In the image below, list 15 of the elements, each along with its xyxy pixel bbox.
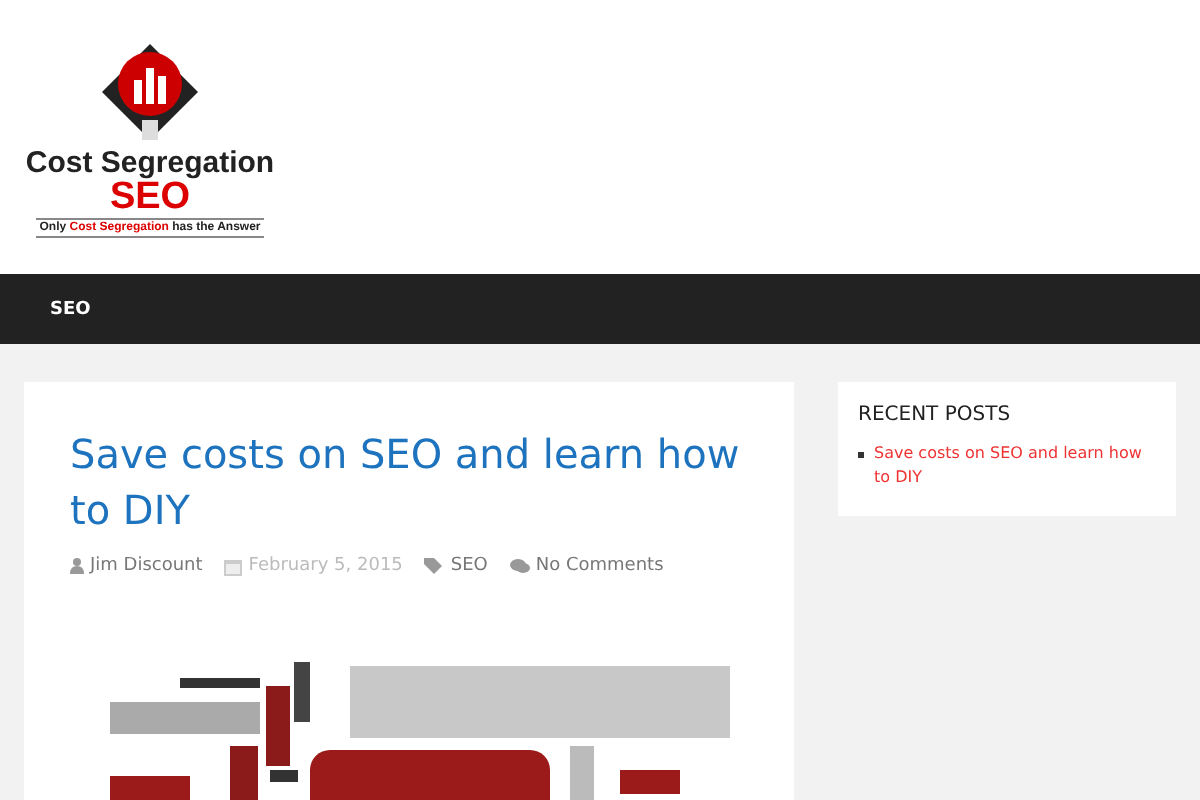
person-icon (70, 558, 84, 574)
bullet-icon (858, 452, 864, 458)
comments-link[interactable]: No Comments (535, 556, 664, 576)
category-link[interactable]: SEO (450, 556, 488, 576)
post-date: February 5, 2015 (248, 556, 403, 576)
logo-title: Cost Segregation (25, 148, 275, 180)
author-link[interactable]: Jim Discount (90, 556, 203, 576)
nav-link[interactable]: SEO (50, 291, 91, 327)
calendar-icon (224, 557, 243, 575)
recent-post-link[interactable]: Save costs on SEO and learn how to DIY (874, 442, 1156, 490)
post-title[interactable]: Save costs on SEO and learn how to DIY (70, 426, 740, 538)
widget-heading: RECENT POSTS (858, 404, 1013, 426)
logo-seo: SEO (109, 180, 191, 216)
comments-icon (509, 558, 530, 574)
tags-icon (424, 558, 445, 574)
